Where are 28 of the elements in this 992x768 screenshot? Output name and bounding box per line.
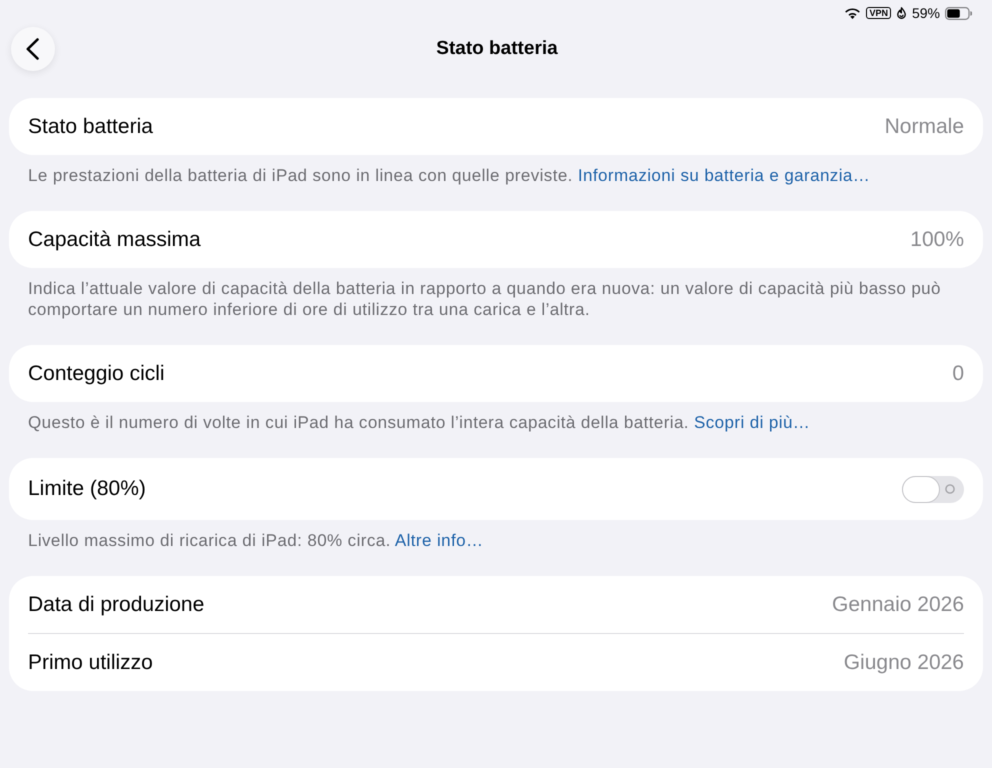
row-value: Gennaio 2026 — [832, 592, 964, 616]
row-value: 100% — [910, 228, 964, 252]
row-label: Primo utilizzo — [28, 650, 153, 674]
wifi-icon — [845, 8, 860, 18]
battery-percentage: 59% — [912, 5, 940, 21]
info-link[interactable]: Altre info… — [394, 531, 484, 550]
info-link[interactable]: Informazioni su batteria e garanzia… — [578, 166, 870, 185]
row-label: Stato batteria — [28, 114, 153, 138]
battery-icon — [945, 6, 972, 20]
row-value: 0 — [952, 362, 964, 386]
toggle-switch[interactable] — [902, 476, 964, 502]
vpn-badge: VPN — [866, 7, 891, 19]
row-label: Conteggio cicli — [28, 362, 165, 386]
footer-note: Questo è il numero di volte in cui iPad ha consumato l’intera capacità della batteria. Scopri di più… — [27, 412, 812, 433]
footer-note: Le prestazioni della batteria di iPad sono in linea con quelle previste. Informazioni su batteria e garanzia… — [27, 165, 872, 186]
row-value: Normale — [884, 114, 964, 138]
row-value: Giugno 2026 — [844, 650, 964, 674]
row-label: Capacità massima — [28, 228, 201, 252]
flame-icon — [896, 7, 906, 19]
ring-icon — [945, 484, 955, 494]
footer-note: Indica l’attuale valore di capacità della batteria in rapporto a quando era nuova: un valore di capacità più basso può comportare un numero inferiore di ore di utilizzo tra una carica e l’altra. — [27, 278, 942, 320]
chevron-left-icon — [26, 38, 38, 60]
page-title: Stato batteria — [436, 38, 558, 60]
row-label: Data di produzione — [28, 592, 204, 616]
footer-note: Livello massimo di ricarica di iPad: 80% circa. Altre info… — [27, 530, 484, 551]
info-link[interactable]: Scopri di più… — [694, 413, 810, 432]
back-button[interactable] — [11, 27, 55, 71]
row-label: Limite (80%) — [28, 477, 146, 501]
